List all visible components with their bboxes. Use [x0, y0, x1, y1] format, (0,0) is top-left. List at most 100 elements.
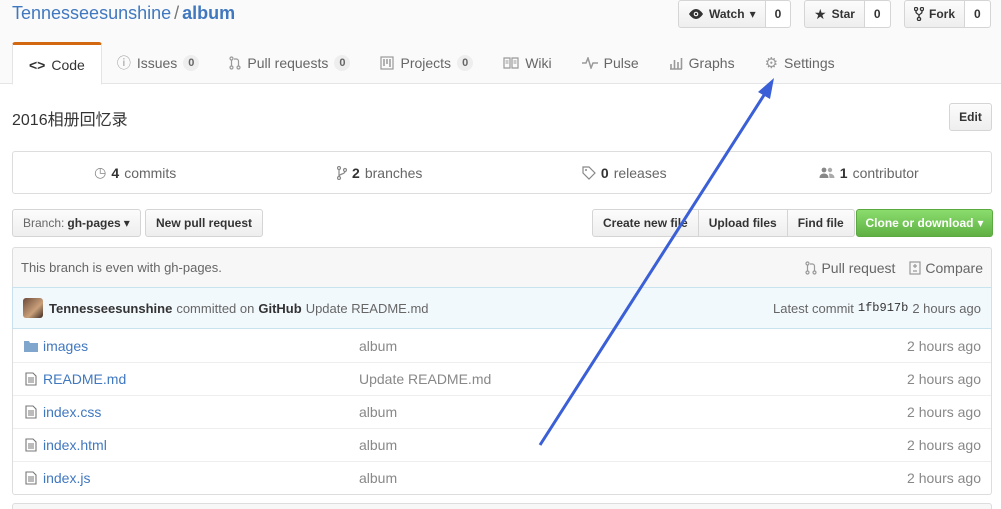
tab-projects[interactable]: Projects 0	[365, 42, 488, 84]
repo-title-separator: /	[174, 3, 180, 23]
releases-count: 0	[600, 164, 609, 181]
file-age: 2 hours ago	[907, 404, 981, 420]
file-commit-message[interactable]: album	[359, 437, 881, 453]
contributors-label: contributor	[852, 164, 919, 181]
list-item: images album 2 hours ago	[13, 329, 991, 362]
tab-graphs[interactable]: Graphs	[654, 42, 750, 84]
branch-status-bar: This branch is even with gh-pages. Pull …	[12, 247, 992, 287]
tab-counter: 0	[334, 55, 351, 71]
fork-button[interactable]: Fork	[904, 0, 966, 28]
find-file-button[interactable]: Find file	[786, 209, 855, 237]
star-icon: ★	[814, 5, 827, 22]
pull-request-link[interactable]: Pull request	[805, 260, 895, 276]
commit-sha[interactable]: 1fb917b	[858, 301, 908, 315]
fork-count[interactable]: 0	[965, 0, 991, 28]
file-name-link[interactable]: README.md	[43, 371, 359, 387]
star-button[interactable]: ★ Star	[804, 0, 865, 28]
commit-via: GitHub	[258, 300, 302, 316]
chevron-down-icon: ▾	[749, 7, 756, 21]
tab-settings[interactable]: ⚙ Settings	[750, 42, 850, 84]
eye-icon	[689, 9, 703, 19]
watch-button[interactable]: Watch ▾	[678, 0, 766, 28]
repo-owner-link[interactable]: Tennesseesunshine	[12, 3, 171, 23]
avatar[interactable]	[23, 298, 43, 318]
branch-status-text: This branch is even with gh-pages.	[21, 260, 222, 275]
compare-link-label: Compare	[925, 259, 983, 276]
file-icon	[13, 405, 43, 419]
pulse-icon	[581, 57, 598, 69]
file-name-link[interactable]: index.js	[43, 470, 359, 486]
tab-wiki[interactable]: Wiki	[488, 42, 566, 84]
list-item: README.md Update README.md 2 hours ago	[13, 362, 991, 395]
summary-contributors[interactable]: 1 contributor	[747, 152, 992, 193]
repo-title: Tennesseesunshine / album	[12, 3, 235, 24]
commit-author[interactable]: Tennesseesunshine	[49, 301, 172, 316]
tab-counter: 0	[183, 55, 200, 71]
tab-label: Pull requests	[247, 55, 329, 71]
watch-count[interactable]: 0	[765, 0, 792, 28]
summary-releases[interactable]: 0 releases	[502, 152, 747, 193]
tab-label: Settings	[784, 55, 835, 71]
commit-committed-on: committed on	[176, 300, 255, 316]
star-action: ★ Star 0	[804, 0, 891, 28]
edit-description-button[interactable]: Edit	[949, 103, 992, 131]
pull-request-link-label: Pull request	[821, 259, 896, 276]
file-name-link[interactable]: index.css	[43, 404, 359, 420]
branch-select-button[interactable]: Branch: gh-pages ▾	[12, 209, 141, 237]
branch-status-actions: Pull request Compare	[805, 260, 983, 276]
tab-label: Issues	[136, 55, 178, 71]
releases-label: releases	[613, 164, 667, 181]
branches-count: 2	[352, 164, 360, 181]
tab-pulse[interactable]: Pulse	[567, 42, 654, 84]
contributors-count: 1	[839, 164, 848, 181]
numbers-summary: ◷ 4 commits 2 branches 0 releases 1 cont…	[12, 151, 992, 194]
branch-prefix: Branch:	[23, 216, 65, 230]
book-icon	[503, 57, 519, 69]
watch-label: Watch	[709, 7, 745, 21]
watch-action: Watch ▾ 0	[678, 0, 792, 28]
file-age: 2 hours ago	[907, 337, 981, 354]
create-new-file-button[interactable]: Create new file	[592, 209, 699, 237]
tab-pull-requests[interactable]: Pull requests 0	[214, 42, 365, 84]
file-icon	[13, 438, 43, 452]
file-commit-message[interactable]: album	[359, 470, 881, 486]
compare-link[interactable]: Compare	[909, 260, 983, 276]
star-label: Star	[831, 7, 855, 21]
upload-files-button[interactable]: Upload files	[697, 209, 788, 237]
project-icon	[380, 56, 395, 70]
diff-icon	[909, 260, 922, 275]
commits-count: 4	[111, 164, 120, 181]
file-icon	[13, 372, 43, 386]
latest-commit-label: Latest commit	[772, 300, 854, 316]
commit-message[interactable]: Update README.md	[306, 301, 429, 316]
summary-commits[interactable]: ◷ 4 commits	[13, 152, 258, 193]
file-name-link[interactable]: images	[43, 338, 359, 354]
tab-issues[interactable]: ⓘ Issues 0	[102, 42, 215, 84]
tab-label: Code	[51, 56, 85, 73]
repo-name-link[interactable]: album	[182, 3, 235, 23]
file-age: 2 hours ago	[907, 371, 981, 387]
tab-label: Wiki	[525, 55, 552, 71]
chevron-down-icon: ▾	[123, 216, 130, 230]
file-commit-message[interactable]: album	[359, 404, 881, 420]
file-age: 2 hours ago	[907, 437, 981, 453]
file-commit-message[interactable]: Update README.md	[359, 371, 881, 387]
people-icon	[819, 167, 835, 178]
fork-label: Fork	[929, 7, 956, 21]
summary-branches[interactable]: 2 branches	[258, 152, 503, 193]
tab-counter: 0	[457, 55, 474, 71]
star-count[interactable]: 0	[864, 0, 891, 28]
graph-icon	[669, 58, 682, 70]
clone-or-download-button[interactable]: Clone or download ▾	[856, 209, 993, 237]
new-pull-request-button[interactable]: New pull request	[145, 209, 264, 237]
chevron-down-icon: ▾	[977, 216, 984, 230]
repo-description: 2016相册回忆录	[12, 112, 128, 129]
fork-icon	[914, 7, 924, 21]
tag-icon	[582, 165, 596, 180]
file-commit-message[interactable]: album	[359, 338, 881, 354]
pull-request-icon	[805, 260, 818, 275]
tab-label: Projects	[400, 55, 452, 71]
file-name-link[interactable]: index.html	[43, 437, 359, 453]
tab-code[interactable]: <> Code	[12, 42, 102, 85]
list-item: index.js album 2 hours ago	[13, 461, 991, 494]
